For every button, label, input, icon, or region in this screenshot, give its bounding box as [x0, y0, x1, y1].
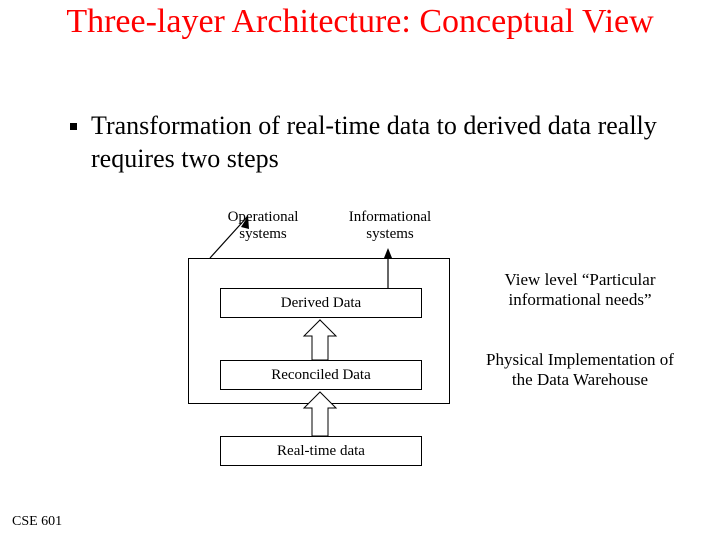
label-operational-systems: Operational systems: [218, 209, 308, 242]
box-realtime-data: Real-time data: [220, 436, 422, 466]
bullet-dot-icon: [70, 123, 77, 130]
slide-footer: CSE 601: [12, 514, 62, 530]
box-derived-data: Derived Data: [220, 288, 422, 318]
bullet-list: Transformation of real-time data to deri…: [70, 110, 670, 175]
box-reconciled-data: Reconciled Data: [220, 360, 422, 390]
slide-title: Three-layer Architecture: Conceptual Vie…: [0, 2, 720, 41]
label-view-level: View level “Particular informational nee…: [480, 270, 680, 311]
label-physical-impl: Physical Implementation of the Data Ware…: [480, 350, 680, 391]
bullet-text: Transformation of real-time data to deri…: [91, 110, 670, 175]
label-informational-systems: Informational systems: [340, 209, 440, 242]
bullet-item: Transformation of real-time data to deri…: [70, 110, 670, 175]
